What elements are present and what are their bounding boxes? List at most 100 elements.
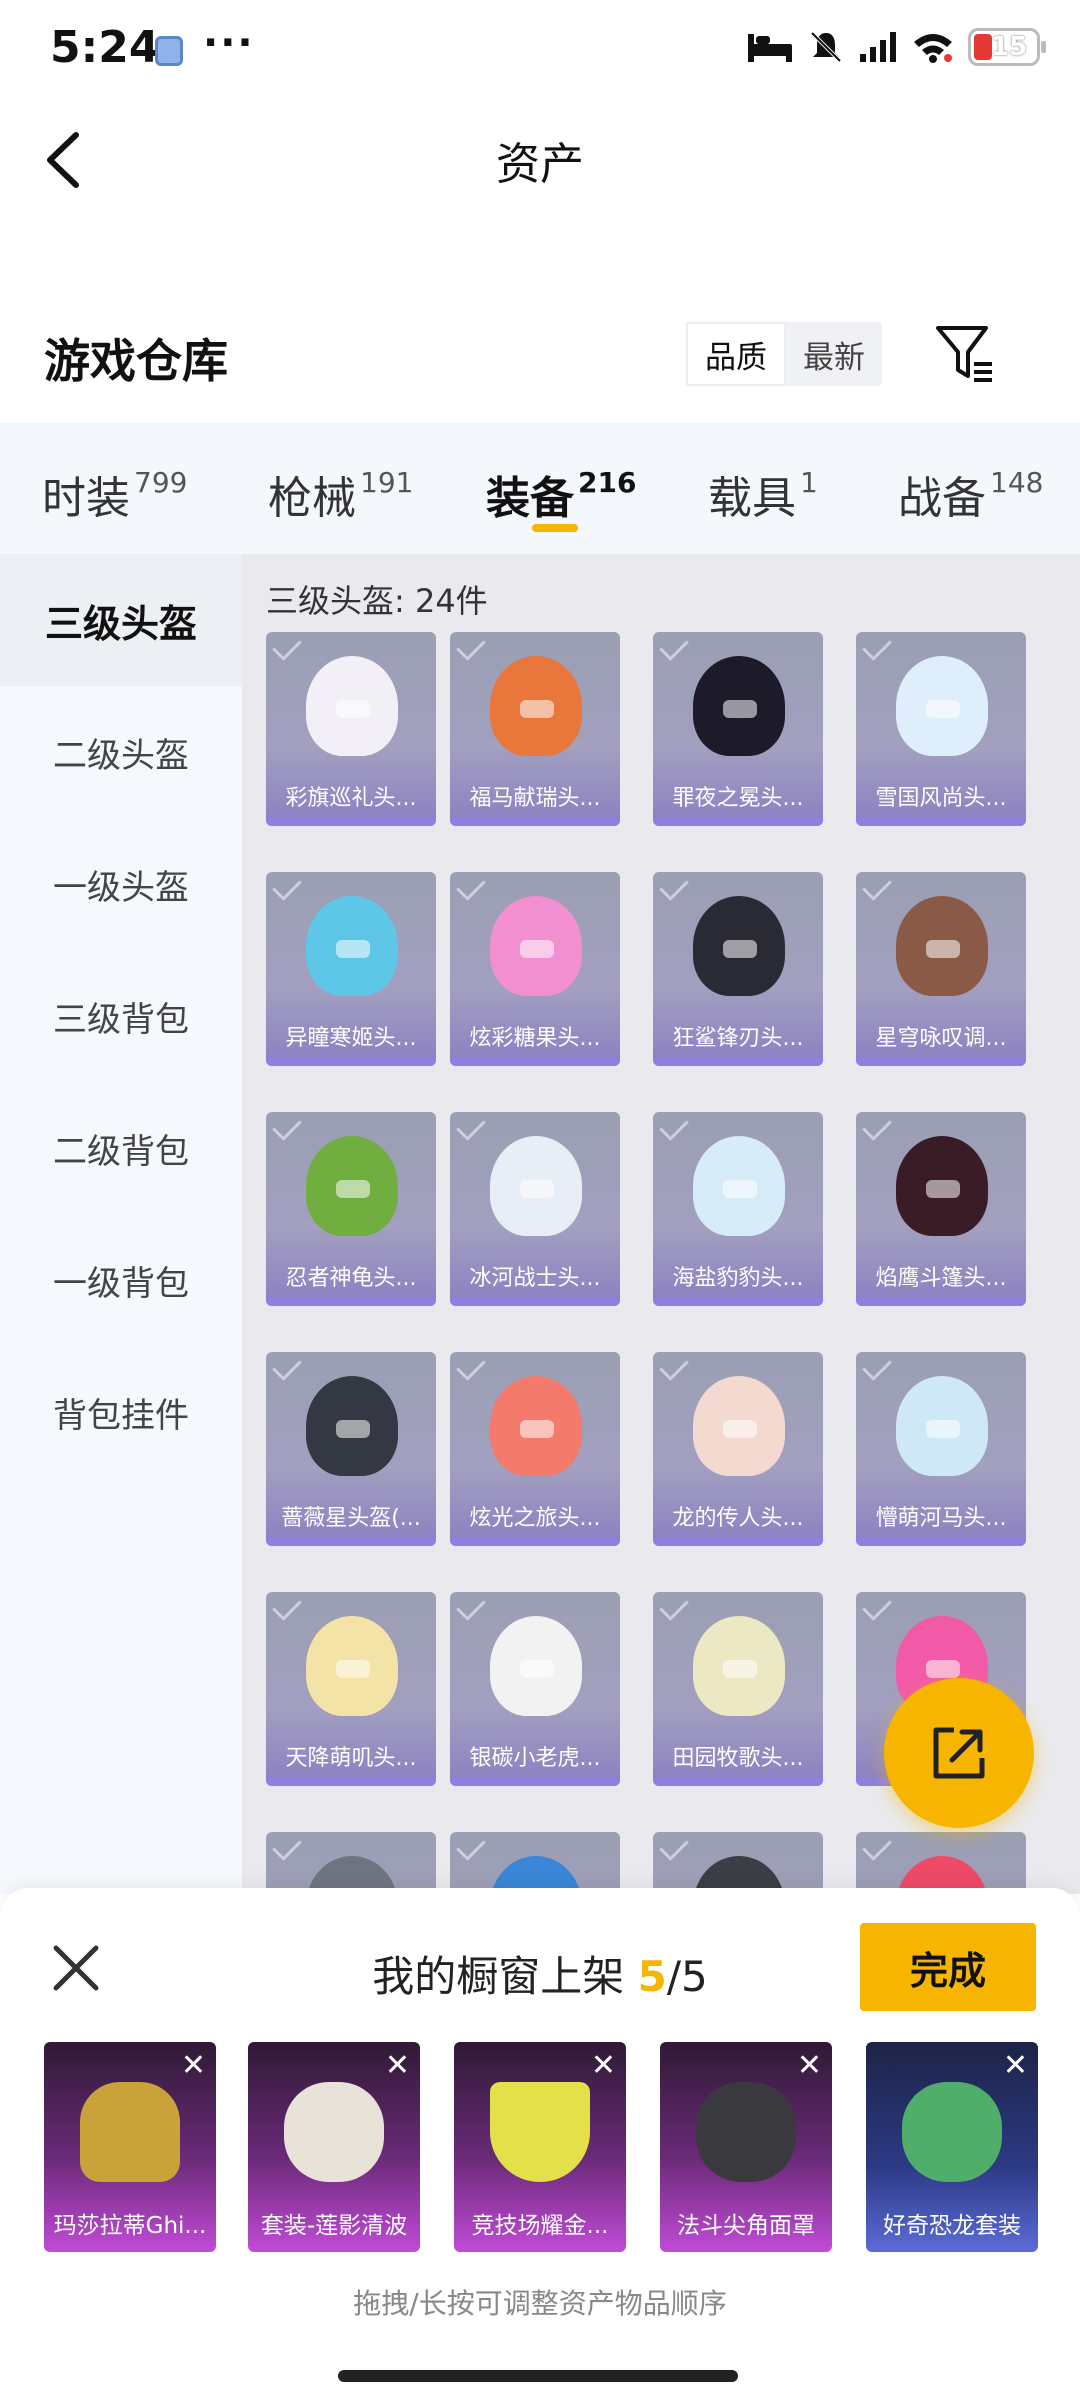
checkmark-icon xyxy=(456,1112,486,1141)
bed-icon xyxy=(748,34,792,62)
warehouse-title: 游戏仓库 xyxy=(44,334,228,388)
sort-toggle: 品质 最新 xyxy=(686,322,882,386)
item-name: 玛莎拉蒂Ghi... xyxy=(53,2213,207,2239)
checkmark-icon xyxy=(862,1592,892,1621)
sidebar-item-level2-helmet[interactable]: 二级头盔 xyxy=(0,686,242,818)
inventory-item-card[interactable]: 狂鲨锋刃头... xyxy=(653,872,823,1066)
reorder-hint: 拖拽/长按可调整资产物品顺序 xyxy=(353,2287,727,2320)
sidebar-item-backpack-charm[interactable]: 背包挂件 xyxy=(0,1346,242,1478)
showcase-panel: 我的橱窗上架 5/5 完成 ✕ 玛莎拉蒂Ghi... ✕ 套装-莲影清波 ✕ 竞技场耀金.… xyxy=(0,1888,1080,2400)
checkmark-icon xyxy=(456,632,486,661)
active-tab-indicator xyxy=(532,524,578,532)
inventory-item-card[interactable]: 银碳小老虎... xyxy=(450,1592,620,1786)
inventory-item-card[interactable]: 忍者神龟头... xyxy=(266,1112,436,1306)
showcase-item[interactable]: ✕ 好奇恐龙套装 xyxy=(866,2042,1038,2252)
checkmark-icon xyxy=(272,1832,302,1861)
sort-newest-button[interactable]: 最新 xyxy=(786,322,882,386)
inventory-item-card[interactable]: 焰鹰斗篷头... xyxy=(856,1112,1026,1306)
remove-icon[interactable]: ✕ xyxy=(591,2048,616,2083)
inventory-item-card[interactable]: 福马献瑞头... xyxy=(450,632,620,826)
filter-icon[interactable] xyxy=(934,322,994,384)
remove-icon[interactable]: ✕ xyxy=(1003,2048,1028,2083)
inventory-item-card[interactable]: 冰河战士头... xyxy=(450,1112,620,1306)
remove-icon[interactable]: ✕ xyxy=(797,2048,822,2083)
inventory-item-card[interactable]: 罪夜之冕头... xyxy=(653,632,823,826)
sidebar-item-level3-helmet[interactable]: 三级头盔 xyxy=(0,554,242,686)
helmet-image xyxy=(693,1616,785,1716)
showcase-title-text: 我的橱窗上架 xyxy=(372,1952,625,2001)
sort-quality-button[interactable]: 品质 xyxy=(686,322,786,386)
grid-header: 三级头盔: 24件 xyxy=(266,582,488,620)
checkmark-icon xyxy=(862,1352,892,1381)
home-indicator[interactable] xyxy=(338,2370,738,2382)
inventory-item-card[interactable] xyxy=(266,1832,436,1894)
inventory-item-card[interactable]: 炫彩糖果头... xyxy=(450,872,620,1066)
sidebar-item-level1-backpack[interactable]: 一级背包 xyxy=(0,1214,242,1346)
showcase-item[interactable]: ✕ 竞技场耀金... xyxy=(454,2042,626,2252)
inventory-item-card[interactable]: 异瞳寒姬头... xyxy=(266,872,436,1066)
item-name: 忍者神龟头... xyxy=(285,1266,417,1291)
sidebar-item-level1-helmet[interactable]: 一级头盔 xyxy=(0,818,242,950)
helmet-image xyxy=(693,1376,785,1476)
showcase-item[interactable]: ✕ 套装-莲影清波 xyxy=(248,2042,420,2252)
tab-vehicles[interactable]: 载具 1 xyxy=(708,462,818,526)
done-button[interactable]: 完成 xyxy=(860,1923,1036,2011)
item-name: 田园牧歌头... xyxy=(672,1746,804,1771)
showcase-item[interactable]: ✕ 法斗尖角面罩 xyxy=(660,2042,832,2252)
inventory-item-card[interactable]: 田园牧歌头... xyxy=(653,1592,823,1786)
checkmark-icon xyxy=(659,1592,689,1621)
item-name: 福马献瑞头... xyxy=(469,786,601,811)
item-image xyxy=(490,2082,590,2182)
checkmark-icon xyxy=(862,872,892,901)
inventory-item-card[interactable]: 蔷薇星头盔(... xyxy=(266,1352,436,1546)
tab-count: 148 xyxy=(990,466,1044,499)
remove-icon[interactable]: ✕ xyxy=(385,2048,410,2083)
tab-count: 1 xyxy=(800,466,818,499)
inventory-item-card[interactable]: 天降萌叽头... xyxy=(266,1592,436,1786)
inventory-item-card[interactable]: 彩旗巡礼头... xyxy=(266,632,436,826)
checkmark-icon xyxy=(862,1832,892,1861)
tab-fashion[interactable]: 时装 799 xyxy=(42,462,187,526)
tab-supplies[interactable]: 战备 148 xyxy=(898,462,1043,526)
status-time: 5:24 xyxy=(50,22,160,73)
checkmark-icon xyxy=(272,1352,302,1381)
helmet-image xyxy=(693,656,785,756)
inventory-item-card[interactable]: 雪国风尚头... xyxy=(856,632,1026,826)
inventory-item-card[interactable] xyxy=(653,1832,823,1894)
inventory-item-card[interactable]: 星穹咏叹调... xyxy=(856,872,1026,1066)
item-name: 套装-莲影清波 xyxy=(260,2213,408,2239)
checkmark-icon xyxy=(272,872,302,901)
inventory-item-card[interactable] xyxy=(856,1832,1026,1894)
checkmark-icon xyxy=(272,1592,302,1621)
share-button[interactable] xyxy=(884,1678,1034,1828)
tab-equipment[interactable]: 装备 216 xyxy=(486,462,636,526)
wifi-icon xyxy=(914,34,952,63)
inventory-item-card[interactable]: 懵萌河马头... xyxy=(856,1352,1026,1546)
sidebar-item-level2-backpack[interactable]: 二级背包 xyxy=(0,1082,242,1214)
helmet-image xyxy=(490,1376,582,1476)
item-name: 星穹咏叹调... xyxy=(875,1026,1007,1051)
inventory-item-card[interactable]: 龙的传人头... xyxy=(653,1352,823,1546)
tab-count: 191 xyxy=(360,466,414,499)
remove-icon[interactable]: ✕ xyxy=(181,2048,206,2083)
showcase-count-current: 5 xyxy=(637,1952,667,2001)
inventory-item-card[interactable] xyxy=(450,1832,620,1894)
item-name: 法斗尖角面罩 xyxy=(677,2213,815,2239)
tab-label: 战备 xyxy=(898,473,986,524)
showcase-count-total: /5 xyxy=(666,1952,708,2001)
checkmark-icon xyxy=(272,632,302,661)
page-title: 资产 xyxy=(496,139,584,190)
checkmark-icon xyxy=(862,632,892,661)
item-image xyxy=(902,2082,1002,2182)
category-tabs: 时装 799 枪械 191 装备 216 载具 1 战备 148 xyxy=(0,422,1080,554)
item-name: 狂鲨锋刃头... xyxy=(672,1026,804,1051)
sidebar-item-level3-backpack[interactable]: 三级背包 xyxy=(0,950,242,1082)
inventory-item-card[interactable]: 炫光之旅头... xyxy=(450,1352,620,1546)
item-name: 蔷薇星头盔(... xyxy=(281,1506,421,1531)
inventory-item-card[interactable]: 海盐豹豹头... xyxy=(653,1112,823,1306)
tab-guns[interactable]: 枪械 191 xyxy=(268,462,413,526)
item-name: 银碳小老虎... xyxy=(469,1746,601,1771)
showcase-item[interactable]: ✕ 玛莎拉蒂Ghi... xyxy=(44,2042,216,2252)
item-image xyxy=(696,2082,796,2182)
helmet-image xyxy=(693,1136,785,1236)
